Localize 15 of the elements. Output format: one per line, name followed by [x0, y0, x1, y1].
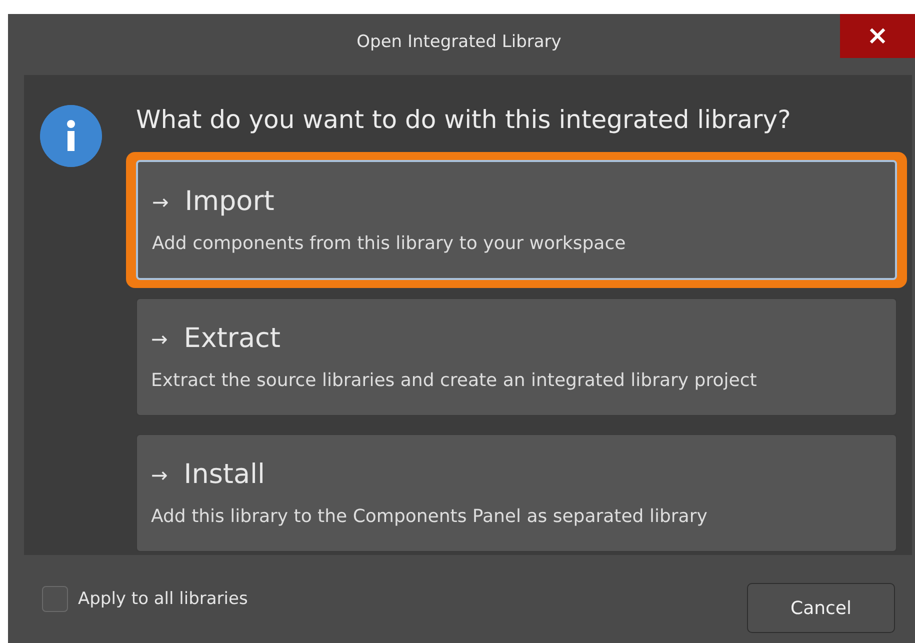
- arrow-icon: →: [152, 190, 169, 214]
- question-text: What do you want to do with this integrated library?: [136, 105, 792, 134]
- option-description: Add this library to the Components Panel as separated library: [151, 506, 708, 527]
- option-description: Extract the source libraries and create an integrated library project: [151, 370, 758, 391]
- option-description: Add components from this library to your workspace: [152, 233, 627, 254]
- apply-all-checkbox[interactable]: Apply to all libraries: [42, 586, 248, 612]
- arrow-icon: →: [151, 462, 168, 486]
- window-title: Open Integrated Library: [356, 31, 562, 52]
- cancel-button[interactable]: Cancel: [747, 583, 895, 633]
- option-button[interactable]: → Extract Extract the source libraries and create an integrated library project: [136, 298, 897, 416]
- info-icon: [40, 105, 102, 167]
- option-button[interactable]: → Install Add this library to the Components Panel as separated library: [136, 434, 897, 552]
- close-button[interactable]: ×: [840, 14, 915, 58]
- arrow-icon: →: [151, 326, 168, 350]
- option-button[interactable]: → Import Add components from this library to your workspace: [136, 160, 897, 280]
